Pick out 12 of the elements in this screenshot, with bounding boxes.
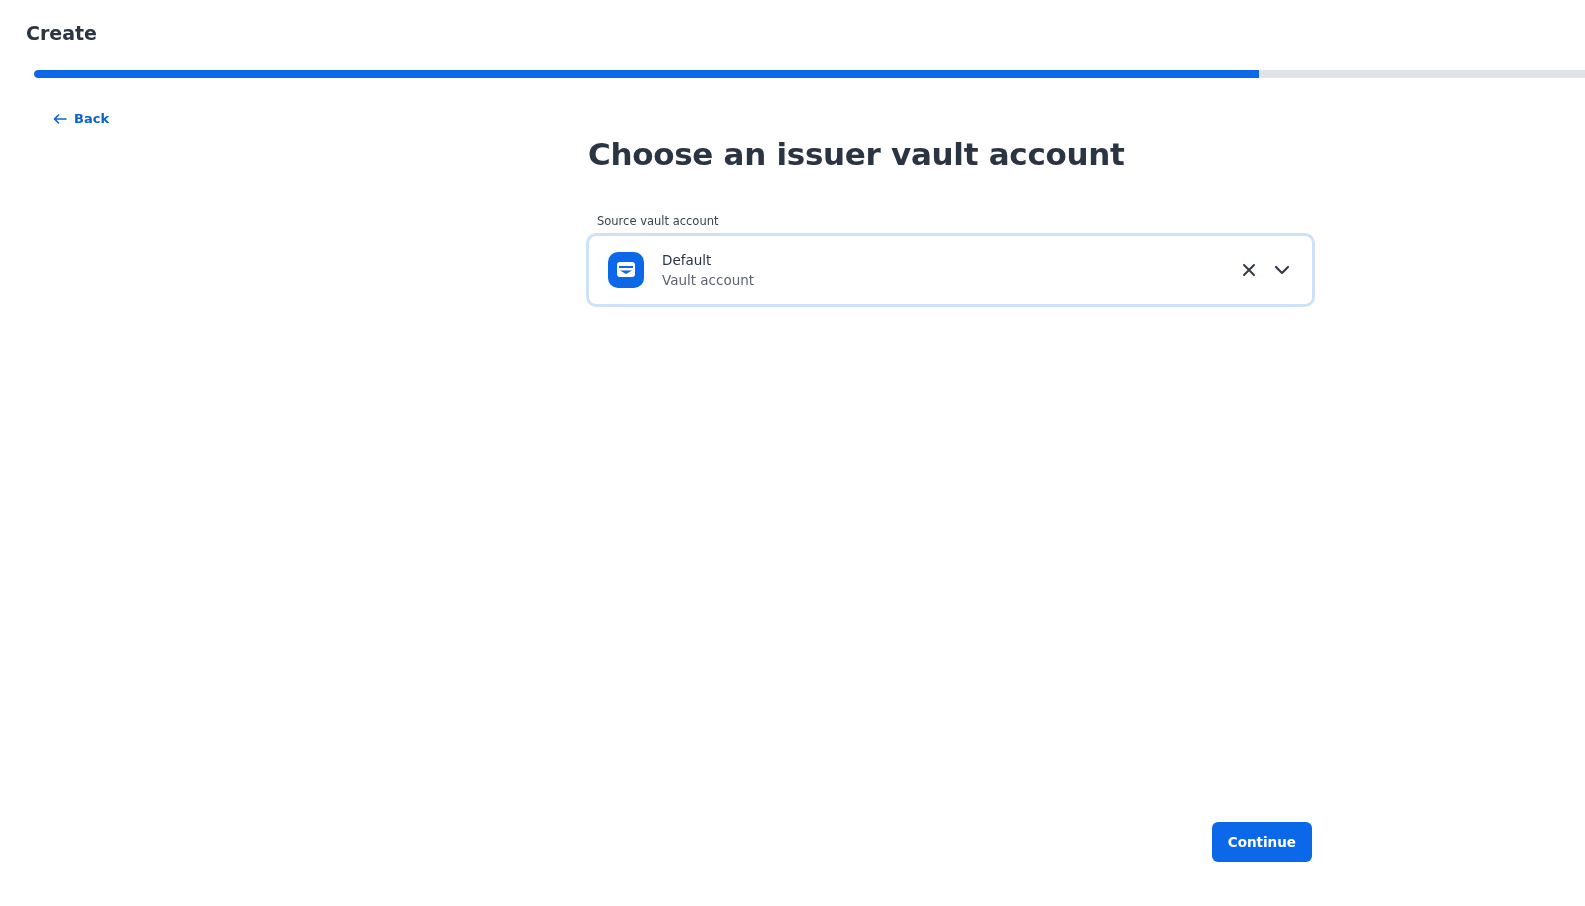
account-type: Vault account [662, 272, 755, 288]
page-heading: Choose an issuer vault account [588, 136, 1126, 172]
back-link[interactable]: Back [53, 111, 110, 126]
page-title: Create [26, 22, 97, 44]
arrow-left-icon [53, 113, 67, 124]
continue-button[interactable]: Continue [1211, 822, 1312, 862]
account-name: Default [662, 252, 712, 268]
chevron-down-icon[interactable] [1274, 265, 1290, 275]
clear-icon[interactable] [1242, 263, 1256, 277]
vault-account-select[interactable]: Default Vault account [586, 233, 1315, 307]
field-label: Source vault account [597, 214, 719, 228]
wallet-icon [608, 252, 644, 288]
